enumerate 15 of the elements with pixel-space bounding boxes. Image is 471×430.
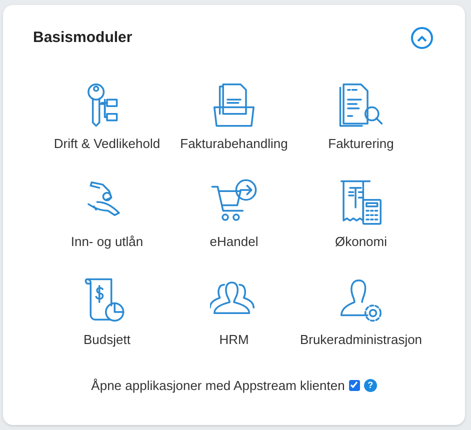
appstream-label: Åpne applikasjoner med Appstream klienten	[91, 376, 345, 395]
module-tile[interactable]: Inn- og utlån	[44, 178, 170, 254]
chevron-icon	[417, 34, 427, 42]
panel-title: Basismoduler	[33, 28, 132, 48]
module-tile[interactable]: Fakturering	[298, 80, 424, 156]
module-tile[interactable]: Økonomi	[298, 178, 424, 254]
module-tile[interactable]: Brukeradministrasjon	[298, 276, 424, 352]
module-tile[interactable]: Budsjett	[44, 276, 170, 352]
collapse-button[interactable]	[411, 27, 433, 50]
module-tile[interactable]: eHandel	[170, 178, 298, 254]
module-tile[interactable]: Fakturabehandling	[170, 80, 298, 156]
module-tile[interactable]: HRM	[170, 276, 298, 352]
module-tile[interactable]: Drift & Vedlikehold	[44, 80, 170, 156]
help-button[interactable]: ?	[364, 378, 377, 392]
appstream-checkbox[interactable]	[348, 380, 360, 391]
